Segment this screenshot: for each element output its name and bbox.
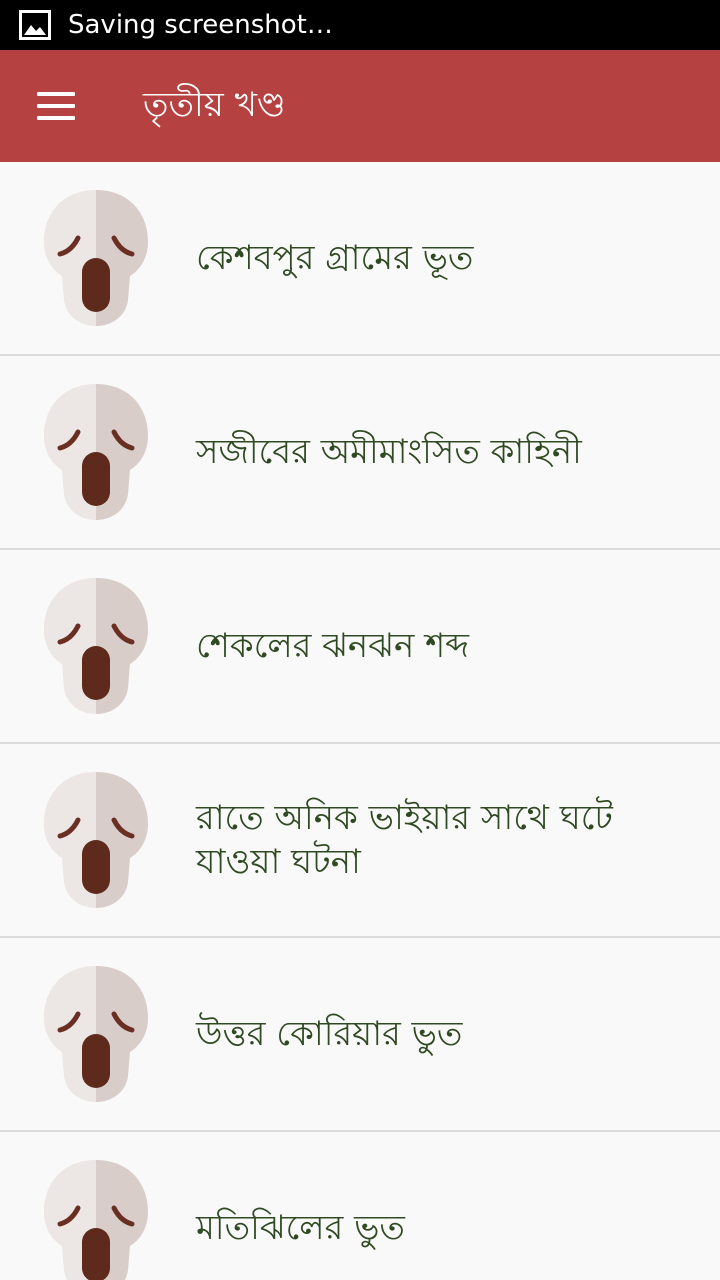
list-item-title: মতিঝিলের ভুত (196, 1208, 405, 1248)
hamburger-menu-icon (37, 116, 75, 120)
ghost-face-icon (44, 190, 148, 326)
list-item[interactable]: উত্তর কোরিয়ার ভুত (0, 938, 720, 1132)
image-icon (19, 10, 51, 40)
list-item[interactable]: কেশবপুর গ্রামের ভূত (0, 162, 720, 356)
list-item-title: শেকলের ঝনঝন শব্দ (196, 626, 470, 666)
list-item[interactable]: সজীবের অমীমাংসিত কাহিনী (0, 356, 720, 550)
hamburger-menu-icon (37, 104, 75, 108)
menu-button[interactable] (24, 74, 88, 138)
ghost-face-icon (44, 966, 148, 1102)
list-item[interactable]: মতিঝিলের ভুত (0, 1132, 720, 1280)
status-bar: Saving screenshot… (0, 0, 720, 50)
list-item-title: কেশবপুর গ্রামের ভূত (196, 238, 474, 278)
ghost-face-icon (44, 384, 148, 520)
status-notification-text: Saving screenshot… (68, 10, 333, 40)
ghost-face-icon (44, 772, 148, 908)
ghost-face-icon (44, 1160, 148, 1280)
app-bar: তৃতীয় খণ্ড (0, 50, 720, 162)
story-list[interactable]: কেশবপুর গ্রামের ভূত সজীবের অমীমাংসিত কাহ… (0, 162, 720, 1280)
hamburger-menu-icon (37, 92, 75, 96)
list-item-title: সজীবের অমীমাংসিত কাহিনী (196, 432, 582, 472)
ghost-face-icon (44, 578, 148, 714)
page-title: তৃতীয় খণ্ড (143, 85, 286, 125)
list-item-title: উত্তর কোরিয়ার ভুত (196, 1014, 463, 1054)
list-item-title: রাতে অনিক ভাইয়ার সাথে ঘটে যাওয়া ঘটনা (196, 798, 613, 882)
list-item[interactable]: রাতে অনিক ভাইয়ার সাথে ঘটে যাওয়া ঘটনা (0, 744, 720, 938)
list-item[interactable]: শেকলের ঝনঝন শব্দ (0, 550, 720, 744)
